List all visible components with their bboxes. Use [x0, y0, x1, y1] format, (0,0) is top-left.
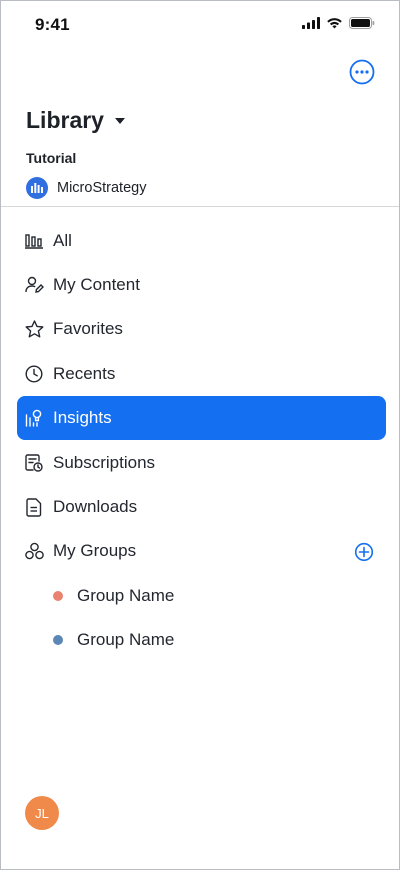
cellular-signal-icon — [302, 17, 320, 29]
nav-label: All — [53, 231, 72, 250]
application-selector[interactable]: MicroStrategy — [26, 177, 146, 199]
caret-down-icon — [114, 117, 125, 124]
status-icons — [302, 17, 375, 29]
nav-item-all[interactable]: All — [17, 219, 386, 263]
status-time: 9:41 — [35, 15, 70, 34]
nav-item-my-content[interactable]: My Content — [17, 263, 386, 307]
group-color-dot — [53, 635, 63, 645]
star-icon — [24, 319, 44, 339]
environment-label: Tutorial — [26, 150, 77, 166]
group-item-1[interactable]: Group Name — [53, 581, 174, 611]
nav-item-subscriptions[interactable]: Subscriptions — [17, 441, 386, 485]
group-color-dot — [53, 591, 63, 601]
nav-label: Downloads — [53, 497, 138, 516]
nav-item-favorites[interactable]: Favorites — [17, 307, 386, 351]
nav-label: My Content — [53, 275, 140, 294]
insights-icon — [24, 408, 44, 428]
header-divider — [1, 206, 399, 207]
clock-icon — [24, 364, 44, 384]
nav-label: Recents — [53, 364, 116, 383]
nav-item-recents[interactable]: Recents — [17, 352, 386, 396]
nav-label: My Groups — [53, 541, 137, 560]
document-icon — [24, 497, 44, 517]
bar-chart-icon — [24, 231, 44, 251]
app-frame: 9:41 Library Tutorial MicroStrategy All … — [0, 0, 400, 870]
nav-item-my-groups[interactable]: My Groups — [17, 529, 337, 573]
group-label: Group Name — [77, 630, 175, 649]
microstrategy-app-icon — [26, 177, 48, 199]
add-group-button[interactable] — [354, 542, 374, 562]
group-label: Group Name — [77, 586, 175, 605]
nav-item-downloads[interactable]: Downloads — [17, 485, 386, 529]
more-options-button[interactable] — [349, 59, 375, 85]
group-item-2[interactable]: Group Name — [53, 625, 174, 655]
battery-icon — [349, 17, 375, 29]
groups-icon — [24, 541, 44, 561]
wifi-icon — [327, 18, 342, 29]
nav-item-insights[interactable]: Insights — [17, 396, 386, 440]
nav-label: Insights — [53, 408, 112, 427]
user-avatar[interactable]: JL — [25, 796, 59, 830]
nav-label: Favorites — [53, 319, 123, 338]
user-edit-icon — [24, 275, 44, 295]
status-bar: 9:41 — [1, 1, 399, 47]
application-name: MicroStrategy — [57, 180, 147, 196]
nav-label: Subscriptions — [53, 453, 156, 472]
page-title: Library — [26, 107, 104, 133]
subscriptions-icon — [24, 453, 44, 473]
library-dropdown[interactable]: Library — [26, 107, 126, 134]
